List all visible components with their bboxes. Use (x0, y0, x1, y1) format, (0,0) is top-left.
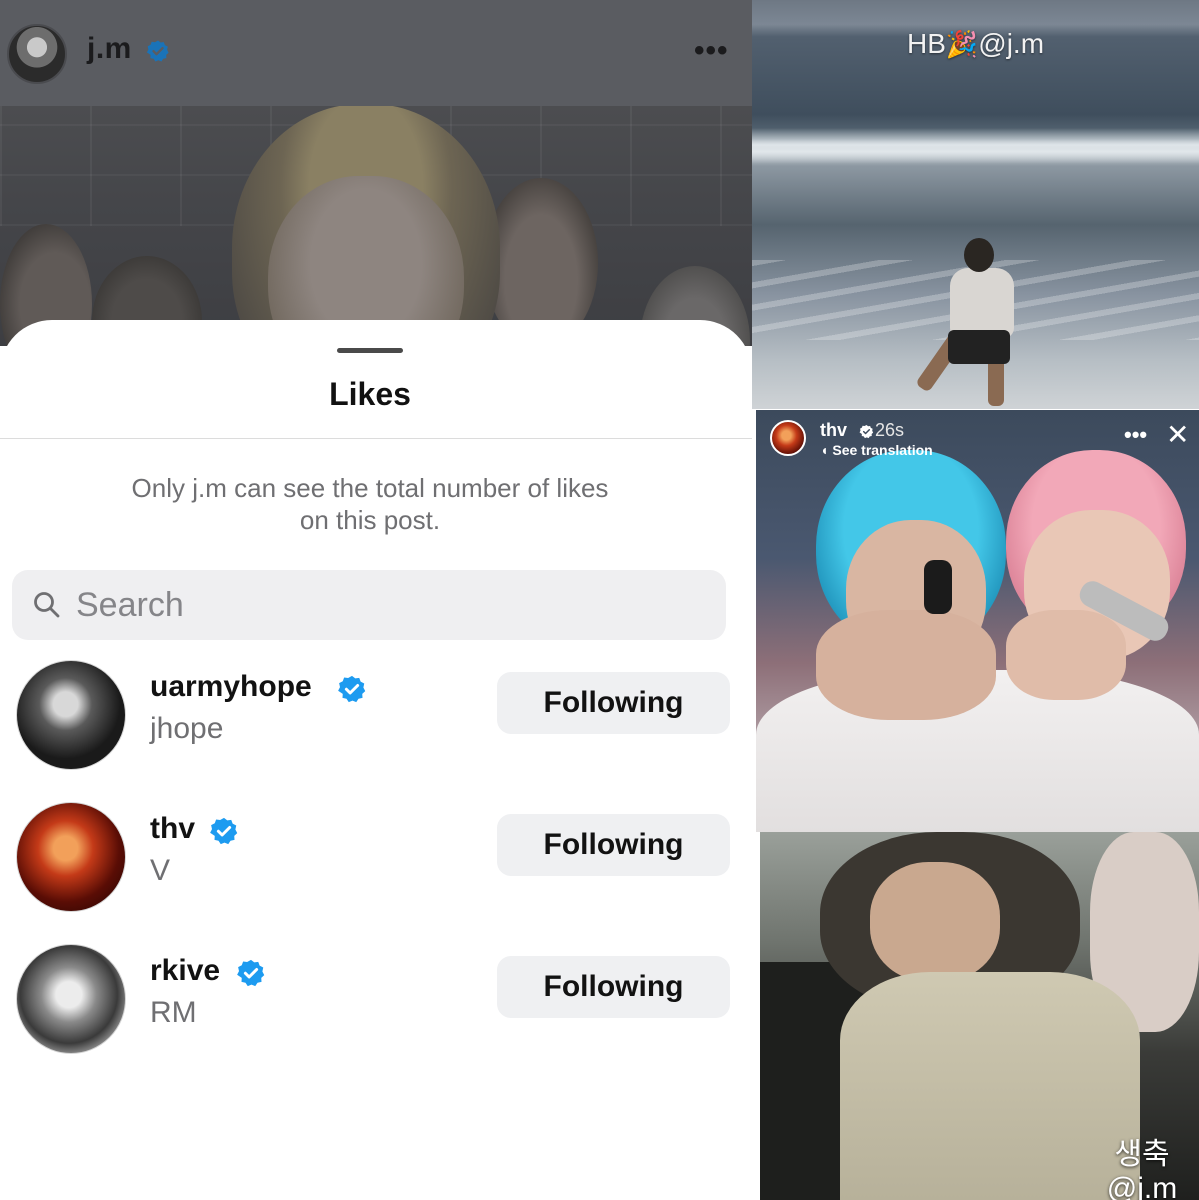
instagram-likes-screen: j.m ••• Likes Only j.m can see the total… (0, 0, 752, 1200)
verified-badge-icon (210, 817, 238, 845)
post-options-icon[interactable]: ••• (694, 34, 729, 68)
post-photo (0, 106, 752, 346)
search-icon (34, 592, 60, 618)
verified-badge-icon (859, 424, 874, 439)
verified-badge-icon (146, 40, 169, 62)
beach-story-photo: HB🎉@j.m (752, 0, 1199, 409)
likes-sheet: Likes Only j.m can see the total number … (0, 320, 752, 1200)
party-popper-icon: 🎉 (945, 29, 979, 59)
caption-mention: @j.m (978, 28, 1045, 59)
user-display-name: RM (150, 996, 197, 1029)
post-header: j.m ••• (0, 0, 752, 106)
avatar[interactable] (16, 944, 126, 1054)
post-author-avatar[interactable] (7, 24, 67, 84)
following-button[interactable]: Following (497, 672, 730, 734)
notice-line: on this post. (299, 505, 441, 535)
see-translation-link[interactable]: ◖ See translation (820, 442, 933, 458)
avatar[interactable] (16, 802, 126, 912)
story-caption: HB🎉@j.m (752, 28, 1199, 60)
car-story-photo: 생축 @j.m (760, 832, 1199, 1200)
following-button[interactable]: Following (497, 956, 730, 1018)
user-display-name: jhope (150, 712, 224, 745)
likes-privacy-notice: Only j.m can see the total number of lik… (60, 472, 680, 536)
caption-mention: @j.m (1106, 1172, 1178, 1200)
story-author-avatar[interactable] (770, 420, 806, 456)
list-item[interactable]: rkive RM Following (0, 944, 752, 1064)
sheet-title: Likes (329, 376, 411, 412)
story-timestamp: 26s (875, 420, 905, 440)
verified-badge-icon (338, 675, 366, 703)
search-bar[interactable] (12, 570, 726, 640)
see-translation-label: See translation (832, 442, 933, 458)
caption-text: HB (906, 28, 946, 59)
notice-line: Only j.m can see the total number of lik… (131, 473, 609, 503)
divider (0, 438, 752, 439)
caption-text: 생축 (1114, 1138, 1170, 1171)
following-button[interactable]: Following (497, 814, 730, 876)
user-handle[interactable]: uarmyhope (150, 670, 312, 704)
avatar[interactable] (16, 660, 126, 770)
story-caption: 생축 @j.m (1092, 1138, 1192, 1200)
sheet-grabber[interactable] (337, 348, 403, 353)
user-handle[interactable]: rkive (150, 954, 220, 988)
user-display-name: V (150, 854, 171, 887)
user-handle[interactable]: thv (150, 812, 195, 846)
close-icon[interactable]: ✕ (1166, 421, 1189, 449)
thv-story-photo: thv 26s ◖ See translation ••• ✕ (756, 410, 1199, 832)
list-item[interactable]: thv V Following (0, 802, 752, 922)
search-input[interactable] (76, 582, 676, 628)
verified-badge-icon (237, 959, 265, 987)
story-username[interactable]: thv (820, 420, 847, 441)
translate-icon: ◖ (820, 442, 833, 458)
post-author-username[interactable]: j.m (87, 32, 132, 66)
story-options-icon[interactable]: ••• (1124, 422, 1147, 448)
list-item[interactable]: uarmyhope jhope Following (0, 660, 752, 780)
